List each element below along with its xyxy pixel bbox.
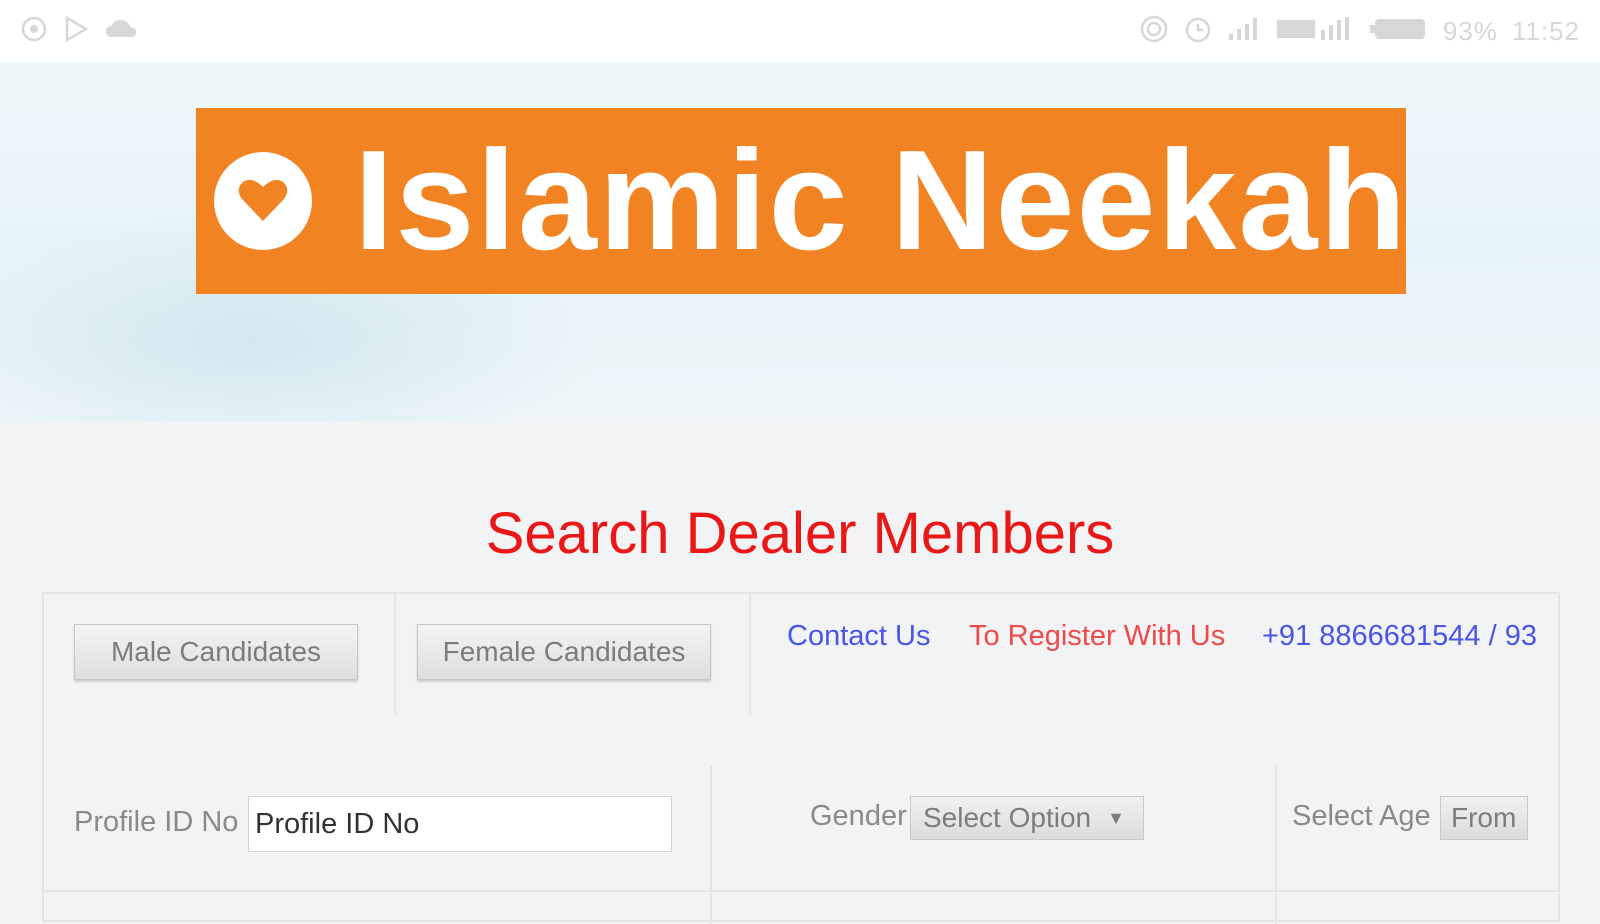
female-candidates-button[interactable]: Female Candidates xyxy=(417,624,711,680)
register-link[interactable]: To Register With Us xyxy=(969,620,1225,653)
chevron-down-icon: ▼ xyxy=(1107,807,1125,828)
profile-id-input[interactable] xyxy=(248,796,672,852)
divider xyxy=(394,594,396,714)
cloud-icon xyxy=(104,17,138,45)
divider xyxy=(1275,766,1277,924)
gender-select[interactable]: Select Option ▼ xyxy=(910,796,1144,840)
play-store-icon xyxy=(62,15,90,47)
site-logo[interactable]: Islamic Neekah xyxy=(196,108,1406,294)
signal-icon xyxy=(1227,16,1261,46)
search-panel: Male Candidates Female Candidates Contac… xyxy=(42,592,1560,924)
divider xyxy=(44,890,1558,892)
profile-id-label: Profile ID No xyxy=(74,806,239,838)
gender-label: Gender xyxy=(810,800,907,832)
status-right: 93% 11:52 xyxy=(1139,14,1580,48)
clock: 11:52 xyxy=(1511,15,1580,46)
volte-icon xyxy=(1275,16,1355,46)
heart-icon xyxy=(214,152,312,250)
phone-link[interactable]: +91 8866681544 / 937 xyxy=(1262,620,1536,653)
page-title: Search Dealer Members xyxy=(485,501,1115,566)
male-candidates-button[interactable]: Male Candidates xyxy=(74,624,358,680)
contact-us-link[interactable]: Contact Us xyxy=(787,620,930,653)
status-bar: 93% 11:52 xyxy=(0,0,1600,62)
divider xyxy=(749,594,751,714)
age-from-select[interactable]: From xyxy=(1440,796,1528,840)
alarm-icon xyxy=(1183,14,1213,48)
status-left xyxy=(20,15,138,47)
battery-percent: 93% xyxy=(1442,15,1498,46)
record-icon xyxy=(20,15,48,47)
gender-select-value: Select Option xyxy=(923,802,1092,833)
battery-icon xyxy=(1369,16,1429,46)
hotspot-icon xyxy=(1139,14,1169,48)
age-from-value: From xyxy=(1451,802,1517,833)
hero-banner: Islamic Neekah xyxy=(0,62,1600,422)
logo-text: Islamic Neekah xyxy=(354,121,1409,280)
main-content: Search Dealer Members Male Candidates Fe… xyxy=(0,422,1600,924)
divider xyxy=(710,766,712,924)
age-label: Select Age xyxy=(1292,800,1431,832)
